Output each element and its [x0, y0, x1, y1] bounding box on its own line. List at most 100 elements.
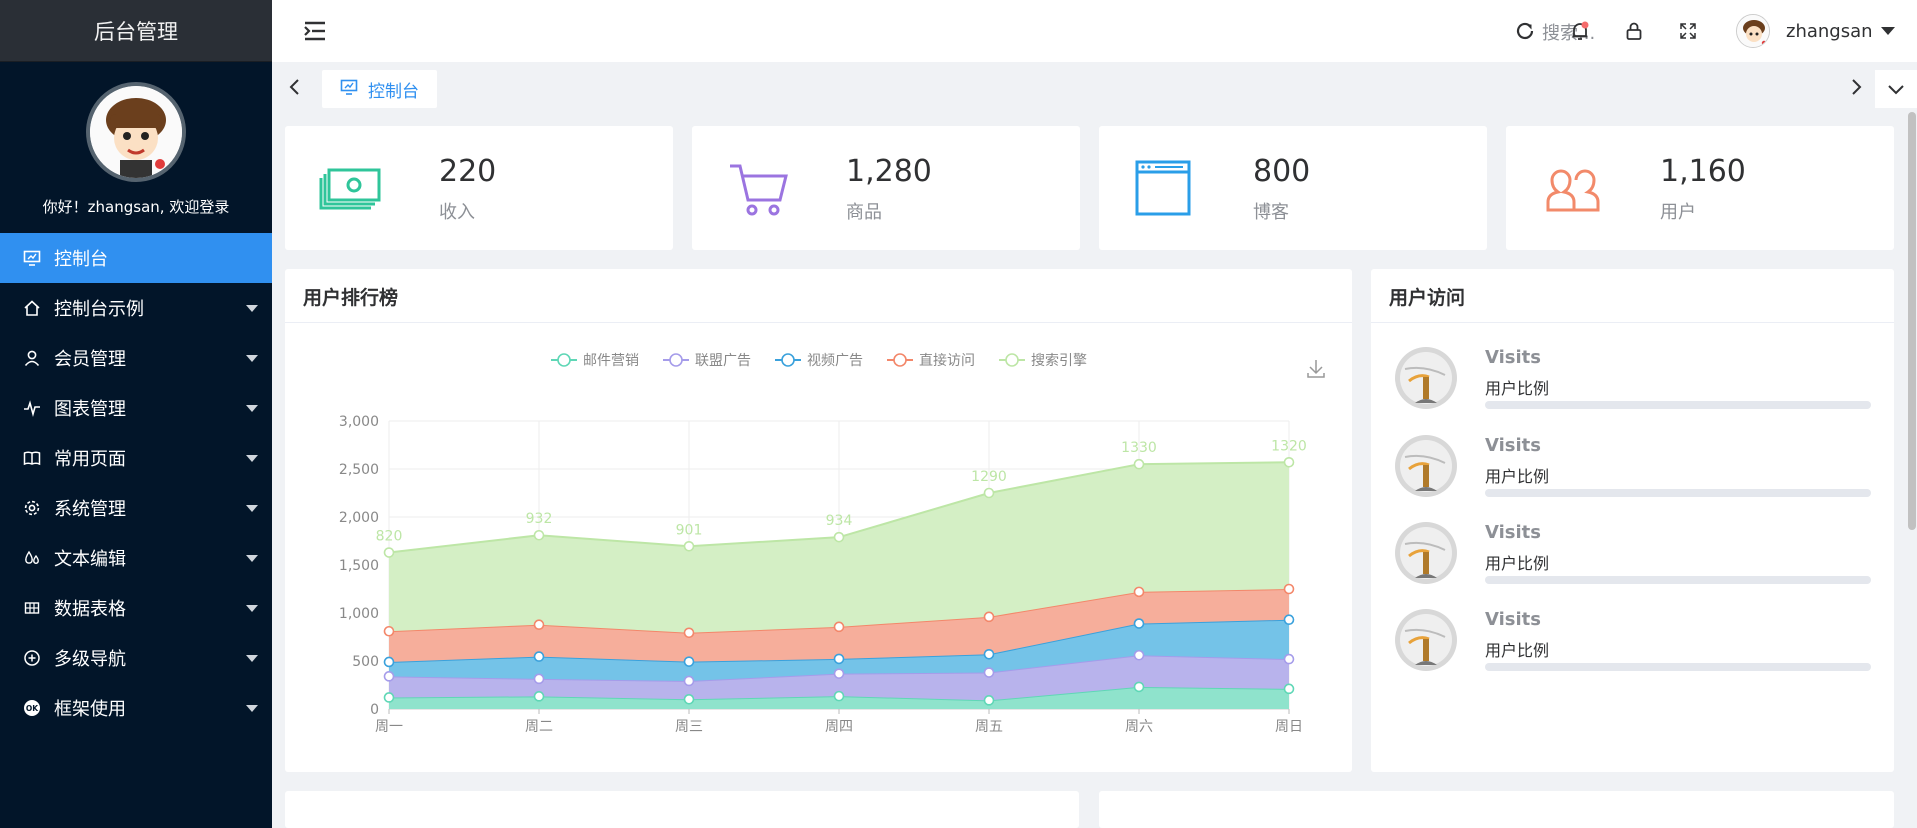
chevron-down-icon: [1880, 27, 1895, 35]
data-label: 1290: [971, 469, 1007, 485]
chevron-down-icon: [246, 505, 258, 512]
user-menu[interactable]: zhangsan: [1736, 14, 1895, 48]
avatar[interactable]: [86, 82, 186, 182]
refresh-icon[interactable]: [1512, 18, 1538, 44]
sidebar-item-members[interactable]: 会员管理: [0, 333, 272, 383]
data-point: [833, 668, 845, 679]
bottom-panel-left: [285, 791, 1079, 828]
list-item[interactable]: Visits 用户比例: [1395, 609, 1875, 679]
legend-item[interactable]: 邮件营销: [551, 353, 639, 369]
y-tick-label: 500: [352, 654, 379, 670]
list-item[interactable]: Visits 用户比例: [1395, 522, 1875, 592]
app-title: 后台管理: [0, 0, 272, 62]
sidebar-item-charts[interactable]: 图表管理: [0, 383, 272, 433]
data-point: [533, 673, 545, 685]
data-point: [983, 695, 995, 706]
stat-card-blogs[interactable]: 800 博客: [1099, 126, 1487, 250]
sidebar-item-label: 多级导航: [54, 649, 126, 670]
avatar: [1395, 347, 1457, 409]
home-icon: [22, 298, 42, 318]
sidebar: 后台管理 你好！zhangsan, 欢迎登录 控制台 控制台示例 会员管理 图表…: [0, 0, 272, 828]
legend-marker: [669, 353, 683, 367]
data-point: [383, 656, 395, 668]
data-point: [833, 653, 845, 665]
legend-item[interactable]: 视频广告: [775, 353, 863, 369]
data-point: [1283, 653, 1295, 665]
data-point: [533, 691, 545, 702]
y-tick-label: 2,000: [339, 510, 379, 526]
y-tick-label: 1,500: [339, 558, 379, 574]
sidebar-item-label: 会员管理: [54, 349, 126, 370]
username: zhangsan: [1786, 20, 1873, 42]
sidebar-item-pages[interactable]: 常用页面: [0, 433, 272, 483]
stat-card-income[interactable]: 220 收入: [285, 126, 673, 250]
chevron-right-icon[interactable]: [1845, 76, 1867, 98]
scrollbar-thumb[interactable]: [1908, 112, 1916, 530]
visit-title: Visits: [1485, 609, 1541, 630]
data-point: [1133, 618, 1145, 629]
y-tick-label: 2,500: [339, 462, 379, 478]
data-point: [383, 547, 395, 558]
visit-title: Visits: [1485, 347, 1541, 368]
visit-subtitle: 用户比例: [1485, 467, 1550, 486]
y-tick-label: 3,000: [339, 414, 379, 430]
data-point: [833, 690, 845, 702]
visits-panel: 用户访问 Visits 用户比例 Visits 用户比例 Visits 用户比例…: [1371, 269, 1894, 772]
data-point: [983, 487, 995, 499]
bell-icon[interactable]: [1567, 18, 1593, 44]
tab-options-button[interactable]: [1875, 70, 1917, 108]
x-tick-label: 周二: [525, 719, 553, 735]
legend-marker: [1005, 353, 1019, 367]
legend-label: 视频广告: [807, 353, 863, 369]
fullscreen-icon[interactable]: [1675, 18, 1701, 44]
user-icon: [22, 348, 42, 368]
data-point: [683, 694, 695, 705]
menu-toggle-icon[interactable]: [302, 18, 328, 44]
sidebar-item-multi-nav[interactable]: 多级导航: [0, 633, 272, 683]
legend-item[interactable]: 直接访问: [887, 352, 975, 369]
avatar: [1395, 609, 1457, 671]
data-point: [983, 611, 995, 623]
chevron-left-icon[interactable]: [284, 76, 306, 98]
legend-marker: [893, 353, 907, 367]
chevron-down-icon: [1888, 85, 1904, 95]
sidebar-item-framework[interactable]: OK 框架使用: [0, 683, 272, 733]
stat-value: 220: [439, 154, 497, 189]
sidebar-item-system[interactable]: 系统管理: [0, 483, 272, 533]
y-tick-label: 0: [370, 702, 379, 718]
avatar: [1395, 435, 1457, 497]
list-item[interactable]: Visits 用户比例: [1395, 435, 1875, 505]
legend-item[interactable]: 联盟广告: [663, 353, 751, 369]
money-icon: [319, 156, 383, 220]
stat-value: 1,280: [846, 154, 932, 189]
data-point: [1133, 681, 1145, 693]
lock-icon[interactable]: [1621, 18, 1647, 44]
tab-dashboard[interactable]: 控制台: [322, 70, 437, 108]
gear-icon: [22, 498, 42, 518]
stat-card-users[interactable]: 1,160 用户: [1506, 126, 1894, 250]
data-point: [983, 667, 995, 678]
stat-card-products[interactable]: 1,280 商品: [692, 126, 1080, 250]
bottom-panel-right: [1099, 791, 1894, 828]
download-icon[interactable]: [1307, 360, 1325, 378]
monitor-icon: [22, 248, 42, 268]
sidebar-item-dashboard[interactable]: 控制台: [0, 233, 272, 283]
visit-title: Visits: [1485, 522, 1541, 543]
stat-label: 商品: [846, 202, 882, 223]
sidebar-item-text-editor[interactable]: 文本编辑: [0, 533, 272, 583]
list-item[interactable]: Visits 用户比例: [1395, 347, 1875, 417]
pulse-icon: [22, 398, 42, 418]
stat-value: 800: [1253, 154, 1311, 189]
sidebar-item-dashboard-examples[interactable]: 控制台示例: [0, 283, 272, 333]
data-point: [1283, 683, 1295, 695]
legend-label: 邮件营销: [583, 353, 639, 369]
sidebar-item-label: 文本编辑: [54, 549, 126, 570]
data-point: [533, 529, 545, 541]
legend-item[interactable]: 搜索引擎: [999, 352, 1087, 369]
sidebar-item-data-tables[interactable]: 数据表格: [0, 583, 272, 633]
chevron-down-icon: [246, 555, 258, 562]
data-label: 901: [676, 522, 703, 538]
data-label: 934: [826, 513, 853, 529]
data-point: [533, 619, 545, 631]
cart-icon: [726, 156, 790, 220]
